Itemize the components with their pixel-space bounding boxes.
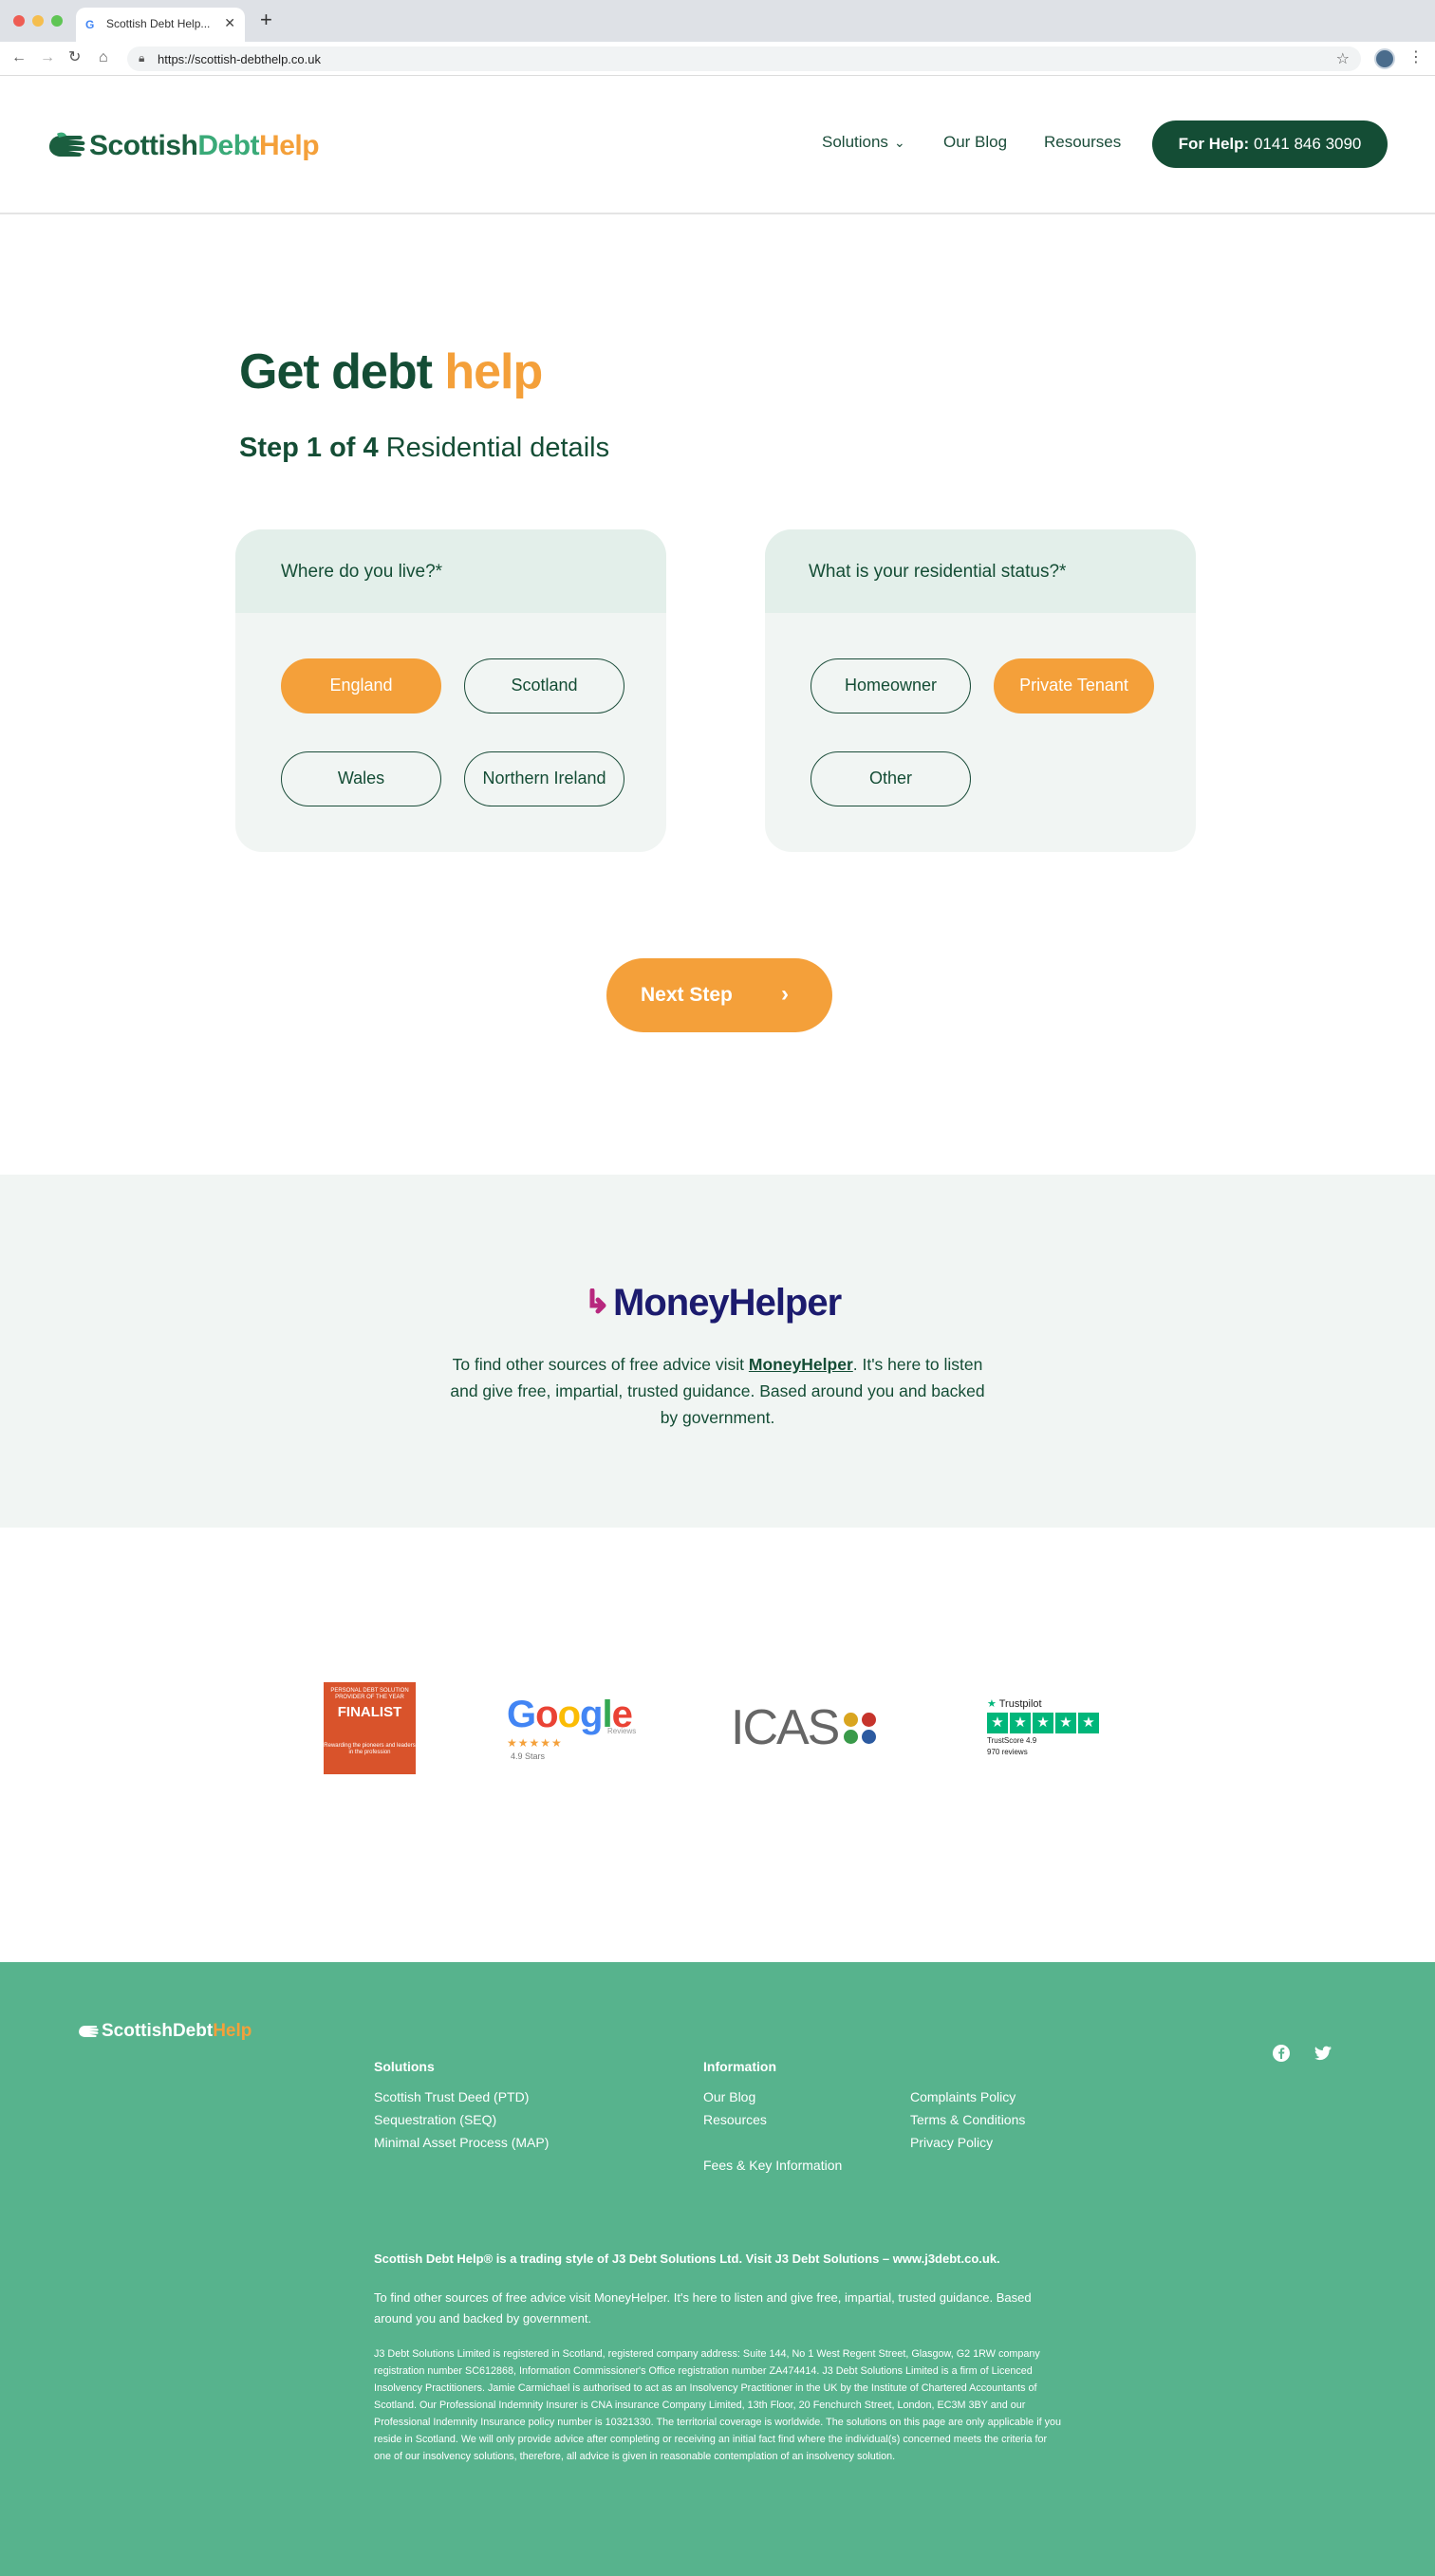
nav-resourses[interactable]: Resourses bbox=[1044, 133, 1121, 152]
url-text: https://scottish-debthelp.co.uk bbox=[158, 52, 321, 66]
finalist-award-badge: PERSONAL DEBT SOLUTION PROVIDER OF THE Y… bbox=[324, 1682, 416, 1774]
footer-legal-text: J3 Debt Solutions Limited is registered … bbox=[374, 2348, 1061, 2462]
maximize-window-dot[interactable] bbox=[51, 15, 63, 27]
tab-bar: G Scottish Debt Help... ✕ + bbox=[0, 0, 1435, 42]
option-england[interactable]: England bbox=[281, 658, 441, 713]
card-header: Where do you live?* bbox=[235, 529, 666, 613]
google-reviews-logo: Google Reviews ★★★★★ 4.9 Stars bbox=[507, 1694, 637, 1761]
footer-link-privacy[interactable]: Privacy Policy bbox=[910, 2135, 993, 2150]
hand-logo-icon bbox=[79, 2025, 99, 2038]
minimize-window-dot[interactable] bbox=[32, 15, 44, 27]
footer-information-heading: Information bbox=[703, 2059, 776, 2074]
status-question: What is your residential status?* bbox=[809, 562, 1067, 582]
logo-text: ScottishDebtHelp bbox=[89, 130, 320, 161]
nav-our-blog[interactable]: Our Blog bbox=[943, 133, 1007, 152]
footer-link-blog[interactable]: Our Blog bbox=[703, 2089, 755, 2104]
footer-link-map[interactable]: Minimal Asset Process (MAP) bbox=[374, 2135, 549, 2150]
icas-dots-icon bbox=[844, 1712, 877, 1744]
browser-toolbar: ← → ↻ ⌂ 🔒︎ https://scottish-debthelp.co.… bbox=[0, 42, 1435, 76]
hand-logo-icon bbox=[49, 132, 85, 157]
footer-link-complaints[interactable]: Complaints Policy bbox=[910, 2089, 1016, 2104]
site-header: ScottishDebtHelp Solutions ⌄ Our Blog Res… bbox=[0, 76, 1435, 214]
moneyhelper-arrow-icon bbox=[589, 1288, 606, 1314]
option-scotland[interactable]: Scotland bbox=[464, 658, 624, 713]
profile-avatar[interactable] bbox=[1374, 48, 1395, 69]
trustpilot-badge: ★ Trustpilot ★ ★ ★ ★ ★ TrustScore 4.9 970 re… bbox=[987, 1697, 1101, 1756]
chevron-down-icon: ⌄ bbox=[893, 135, 905, 150]
close-window-dot[interactable] bbox=[13, 15, 25, 27]
option-homeowner[interactable]: Homeowner bbox=[811, 658, 971, 713]
browser-chrome: G Scottish Debt Help... ✕ + ← → ↻ ⌂ 🔒︎ h… bbox=[0, 0, 1435, 76]
next-step-button[interactable]: Next Step › bbox=[606, 958, 832, 1032]
option-other[interactable]: Other bbox=[811, 751, 971, 806]
icas-logo: ICAS bbox=[731, 1702, 877, 1753]
rating-stars-icon: ★★★★★ bbox=[507, 1736, 563, 1750]
new-tab-icon[interactable]: + bbox=[260, 9, 272, 30]
moneyhelper-text: To find other sources of free advice vis… bbox=[450, 1355, 985, 1427]
footer-link-fees[interactable]: Fees & Key Information bbox=[703, 2158, 842, 2173]
site-footer: ScottishDebtHelp Solutions Scottish Trus… bbox=[0, 1962, 1435, 2576]
trading-style-statement: Scottish Debt Help® is a trading style o… bbox=[374, 2252, 1000, 2266]
home-icon[interactable]: ⌂ bbox=[99, 49, 108, 66]
footer-link-resources[interactable]: Resources bbox=[703, 2112, 767, 2127]
footer-link-trust-deed[interactable]: Scottish Trust Deed (PTD) bbox=[374, 2089, 529, 2104]
trustpilot-stars: ★ ★ ★ ★ ★ bbox=[987, 1713, 1101, 1733]
where-question: Where do you live?* bbox=[281, 562, 443, 582]
footer-advice-text: To find other sources of free advice vis… bbox=[374, 2290, 1032, 2326]
where-do-you-live-card: Where do you live?* England Scotland Wal… bbox=[235, 529, 666, 852]
step-indicator: Step 1 of 4 Residential details bbox=[239, 433, 610, 463]
chevron-right-icon: › bbox=[781, 981, 789, 1007]
help-phone-button[interactable]: For Help: 0141 846 3090 bbox=[1152, 120, 1388, 168]
page-title: Get debt help bbox=[239, 344, 543, 399]
option-wales[interactable]: Wales bbox=[281, 751, 441, 806]
footer-link-sequestration[interactable]: Sequestration (SEQ) bbox=[374, 2112, 496, 2127]
browser-menu-icon[interactable]: ⋮ bbox=[1408, 47, 1424, 66]
lock-icon: 🔒︎ bbox=[139, 51, 145, 65]
facebook-icon[interactable] bbox=[1272, 2044, 1291, 2063]
footer-link-terms[interactable]: Terms & Conditions bbox=[910, 2112, 1025, 2127]
nav-solutions[interactable]: Solutions ⌄ bbox=[822, 133, 905, 152]
footer-logo[interactable]: ScottishDebtHelp bbox=[78, 2021, 252, 2042]
bookmark-star-icon[interactable]: ☆ bbox=[1336, 49, 1350, 68]
moneyhelper-logo[interactable]: MoneyHelper bbox=[587, 1279, 842, 1326]
option-private-tenant[interactable]: Private Tenant bbox=[994, 658, 1154, 713]
twitter-icon[interactable] bbox=[1314, 2044, 1332, 2063]
residential-status-card: What is your residential status?* Homeow… bbox=[765, 529, 1196, 852]
browser-tab[interactable]: G Scottish Debt Help... ✕ bbox=[76, 8, 245, 42]
google-favicon-icon: G bbox=[85, 18, 95, 31]
moneyhelper-section: MoneyHelper To find other sources of fre… bbox=[0, 1175, 1435, 1528]
trustpilot-star-icon: ★ bbox=[987, 1698, 997, 1710]
card-header: What is your residential status?* bbox=[765, 529, 1196, 613]
moneyhelper-link[interactable]: MoneyHelper bbox=[749, 1355, 853, 1374]
footer-solutions-heading: Solutions bbox=[374, 2059, 435, 2074]
tab-close-icon[interactable]: ✕ bbox=[224, 15, 235, 31]
option-northern-ireland[interactable]: Northern Ireland bbox=[464, 751, 624, 806]
address-bar[interactable]: 🔒︎ https://scottish-debthelp.co.uk ☆ bbox=[127, 46, 1361, 71]
tab-title: Scottish Debt Help... bbox=[106, 17, 211, 30]
forward-icon[interactable]: → bbox=[40, 49, 55, 66]
site-logo[interactable]: ScottishDebtHelp bbox=[47, 127, 320, 165]
reload-icon[interactable]: ↻ bbox=[68, 49, 81, 66]
back-icon[interactable]: ← bbox=[11, 49, 27, 66]
